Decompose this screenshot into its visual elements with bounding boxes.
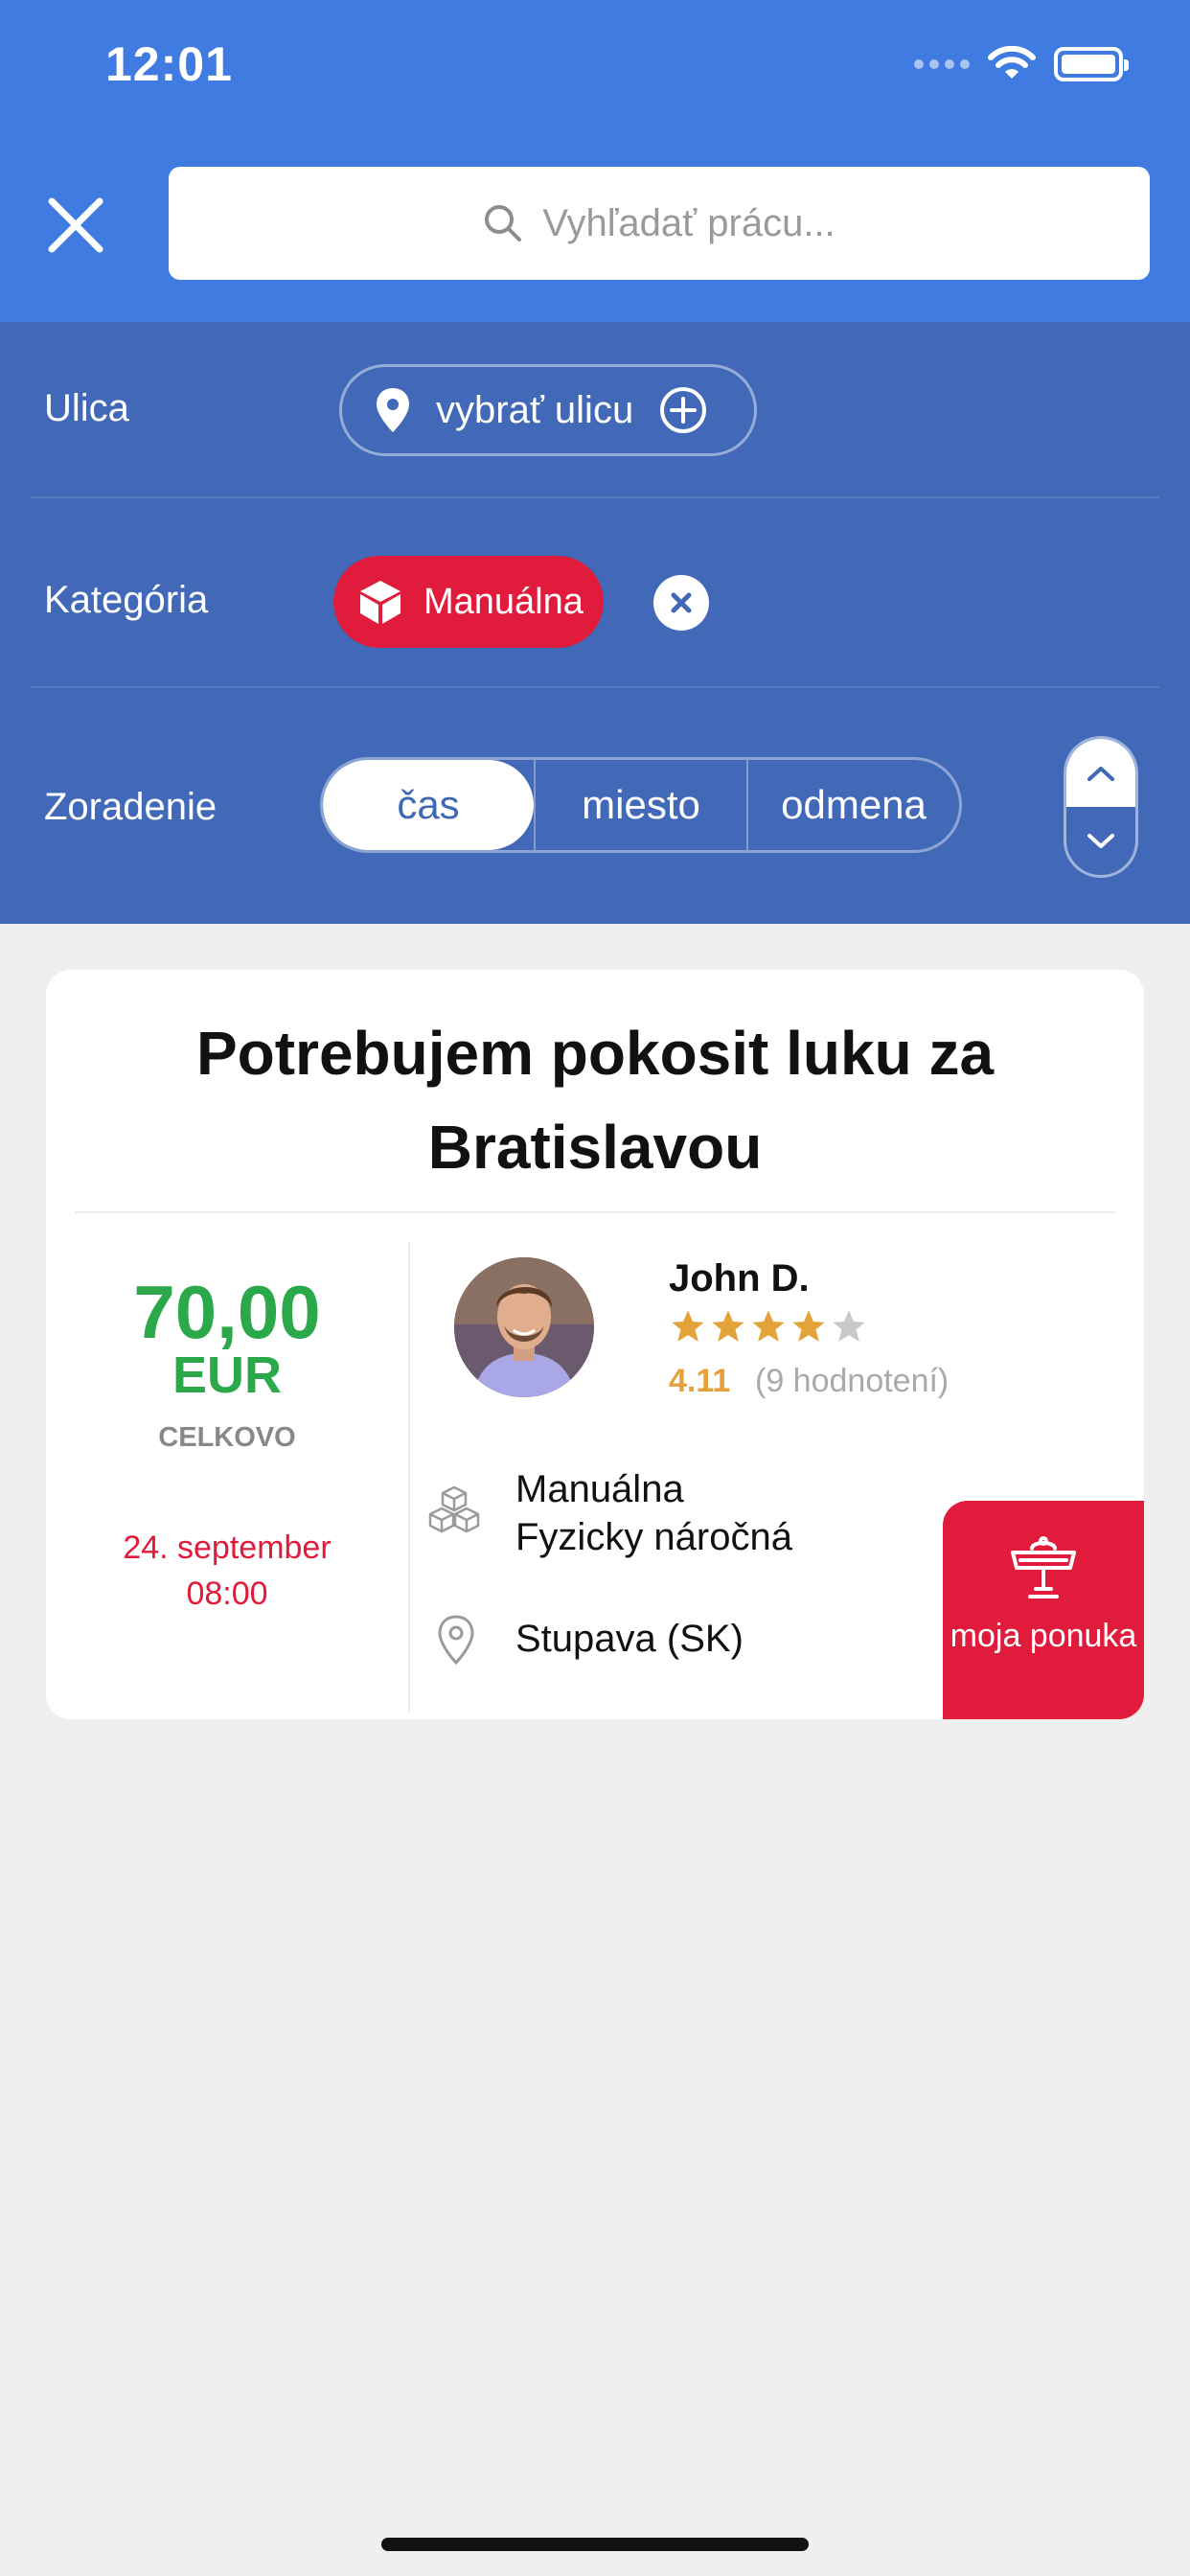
category-chip[interactable]: Manuálna — [333, 556, 604, 648]
clear-icon — [671, 592, 692, 613]
category-label: Kategória — [44, 579, 209, 621]
filters-panel: Ulica vybrať ulicu Kategória Manuálna Zo… — [0, 322, 1190, 924]
job-category: Manuálna — [515, 1468, 684, 1510]
job-card[interactable]: Potrebujem pokosit luku za Bratislavou 7… — [46, 970, 1144, 1719]
job-location: Stupava (SK) — [515, 1618, 744, 1660]
my-offer-label: moja ponuka — [950, 1618, 1137, 1654]
plus-circle-icon — [660, 387, 707, 433]
status-bar: 12:01 — [0, 0, 1190, 144]
close-button[interactable] — [42, 192, 109, 259]
status-icons — [914, 46, 1129, 82]
battery-icon — [1054, 47, 1129, 81]
cubes-icon — [428, 1485, 480, 1533]
rating-value: 4.11 — [669, 1363, 731, 1399]
sort-descending-button[interactable] — [1066, 807, 1135, 875]
price-total-label: CELKOVO — [158, 1422, 296, 1453]
search-input[interactable]: Vyhľadať prácu... — [169, 167, 1150, 280]
sort-direction-toggle — [1064, 736, 1138, 878]
job-subcategory: Fyzicky náročná — [515, 1516, 792, 1558]
street-value: vybrať ulicu — [436, 388, 634, 431]
signal-icon — [914, 59, 970, 69]
avatar[interactable] — [454, 1257, 594, 1397]
select-street-button[interactable]: vybrať ulicu — [339, 364, 757, 456]
filter-row-category: Kategória Manuálna — [31, 498, 1159, 688]
star-icon — [752, 1310, 785, 1342]
location-pin-icon — [377, 388, 409, 432]
wifi-icon — [988, 46, 1036, 79]
cube-icon — [360, 581, 400, 624]
user-photo — [454, 1257, 594, 1397]
job-date: 24. september — [123, 1530, 332, 1566]
map-pin-icon — [438, 1615, 474, 1666]
rating-count: (9 hodnotení) — [755, 1363, 950, 1399]
filter-row-sort: Zoradenie čas miesto odmena — [31, 688, 1159, 924]
job-price: 70,00 — [133, 1270, 321, 1354]
chevron-down-icon — [1087, 833, 1114, 848]
close-icon — [48, 197, 103, 253]
auction-icon — [1011, 1536, 1076, 1598]
chevron-up-icon — [1087, 766, 1114, 781]
my-offer-button[interactable]: moja ponuka — [943, 1501, 1144, 1719]
job-title: Potrebujem pokosit luku za Bratislavou — [195, 1019, 995, 1182]
card-vertical-divider — [408, 1242, 410, 1712]
user-name: John D. — [669, 1257, 810, 1300]
star-icon — [712, 1310, 744, 1342]
star-icon — [792, 1310, 825, 1342]
street-label: Ulica — [44, 387, 129, 429]
star-empty-icon — [833, 1310, 865, 1342]
search-placeholder: Vyhľadať prácu... — [542, 201, 835, 244]
sort-ascending-button[interactable] — [1066, 739, 1135, 807]
star-icon — [672, 1310, 704, 1342]
home-indicator — [381, 2538, 809, 2551]
sort-label: Zoradenie — [44, 786, 217, 828]
clear-category-button[interactable] — [653, 575, 709, 631]
job-currency: EUR — [172, 1346, 282, 1404]
status-time: 12:01 — [105, 37, 233, 91]
category-value: Manuálna — [423, 581, 584, 622]
sort-segmented-control: čas miesto odmena — [320, 757, 962, 853]
search-header: Vyhľadať prácu... — [0, 144, 1190, 322]
search-icon — [485, 205, 522, 242]
job-time: 08:00 — [186, 1576, 268, 1612]
sort-option-time[interactable]: čas — [323, 760, 534, 850]
filter-row-street: Ulica vybrať ulicu — [31, 322, 1159, 498]
sort-option-place[interactable]: miesto — [534, 760, 746, 850]
card-divider — [75, 1211, 1115, 1213]
sort-option-reward[interactable]: odmena — [746, 760, 959, 850]
rating-stars — [669, 1307, 868, 1346]
